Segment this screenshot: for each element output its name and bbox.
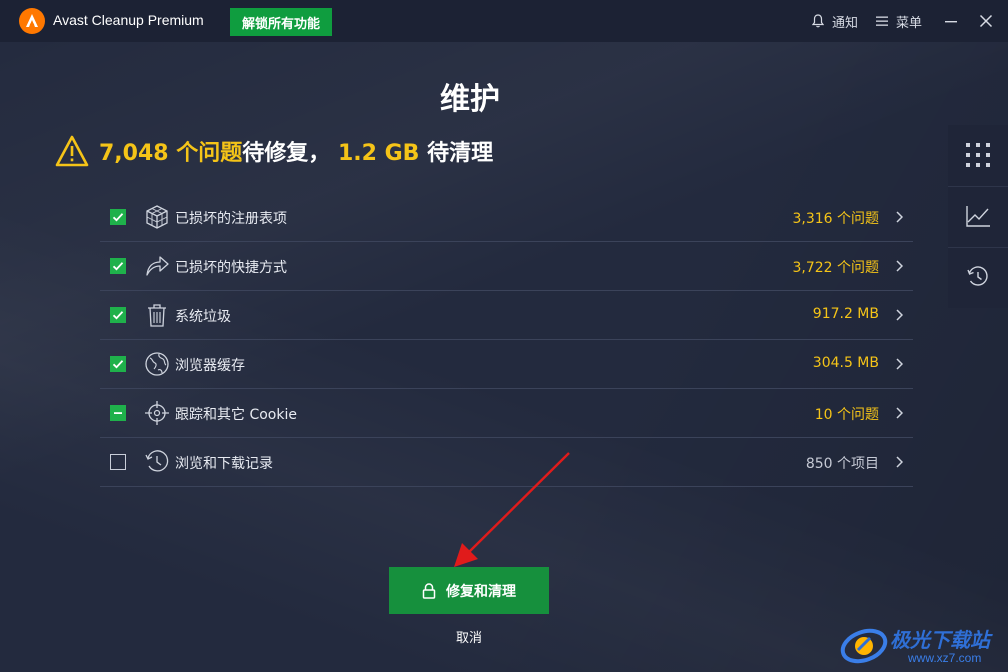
cleanup-size: 1.2 GB [337, 141, 420, 166]
checkbox[interactable] [110, 258, 126, 274]
watermark: 极光下载站 www.xz7.com [838, 618, 1008, 672]
notifications-button[interactable]: 通知 [812, 0, 858, 42]
list-item-system-junk[interactable]: 系统垃圾 917.2 MB [100, 291, 913, 340]
page-title: 维护 [440, 82, 500, 117]
minimize-button[interactable] [942, 0, 960, 42]
close-icon [979, 14, 993, 28]
grid-icon [966, 143, 990, 167]
item-label: 已损坏的注册表项 [175, 211, 287, 227]
watermark-logo-icon [840, 628, 888, 664]
title-bar: Avast Cleanup Premium 解锁所有功能 通知 菜单 [0, 0, 1008, 42]
item-value: 3,722 个问题 [792, 260, 879, 276]
watermark-text: 极光下载站 [890, 628, 990, 652]
fix-and-clean-label: 修复和清理 [446, 583, 516, 600]
side-performance-button[interactable] [948, 186, 1008, 246]
menu-label: 菜单 [896, 15, 923, 31]
registry-cube-icon [146, 205, 168, 229]
warning-icon [55, 135, 89, 167]
menu-button[interactable]: 菜单 [876, 0, 922, 42]
hamburger-icon [876, 16, 888, 26]
chevron-right-icon[interactable] [895, 407, 903, 419]
chevron-right-icon[interactable] [895, 309, 903, 321]
issues-suffix: 待修复， [242, 141, 331, 166]
watermark-url: www.xz7.com [908, 651, 982, 665]
list-item-registry[interactable]: 已损坏的注册表项 3,316 个问题 [100, 193, 913, 242]
side-history-button[interactable] [948, 247, 1008, 307]
item-label: 系统垃圾 [175, 309, 231, 325]
app-title: Avast Cleanup Premium [53, 12, 204, 28]
checkbox[interactable] [110, 307, 126, 323]
chart-icon [966, 206, 990, 227]
history-clock-icon [145, 450, 169, 472]
bell-icon [812, 14, 824, 28]
avast-logo-icon [19, 8, 45, 34]
maintenance-list: 已损坏的注册表项 3,316 个问题 已损坏的快捷方式 3,722 个问题 系统… [100, 193, 913, 487]
history-icon [967, 266, 988, 286]
shortcut-arrow-icon [146, 256, 169, 276]
chevron-right-icon[interactable] [895, 358, 903, 370]
side-apps-button[interactable] [948, 125, 1008, 185]
fix-and-clean-button[interactable]: 修复和清理 [389, 567, 549, 614]
annotation-arrow [454, 452, 570, 567]
chevron-right-icon[interactable] [895, 260, 903, 272]
list-item-browser-cache[interactable]: 浏览器缓存 304.5 MB [100, 340, 913, 389]
trash-icon [148, 304, 166, 327]
item-label: 浏览和下载记录 [175, 456, 273, 472]
cleanup-suffix: 待清理 [427, 141, 494, 166]
list-item-tracking-cookies[interactable]: 跟踪和其它 Cookie 10 个问题 [100, 389, 913, 438]
checkbox[interactable] [110, 454, 126, 470]
minimize-icon [945, 21, 957, 23]
unlock-all-features-button[interactable]: 解锁所有功能 [230, 8, 332, 36]
item-value: 3,316 个问题 [792, 211, 879, 227]
item-label: 跟踪和其它 Cookie [175, 407, 297, 423]
issues-count: 7,048 个问题 [99, 141, 243, 166]
globe-icon [145, 352, 169, 376]
checkbox[interactable] [110, 356, 126, 372]
cancel-link[interactable]: 取消 [439, 627, 499, 646]
lock-icon [422, 582, 436, 599]
crosshair-icon [145, 401, 169, 425]
item-label: 已损坏的快捷方式 [175, 260, 287, 276]
chevron-right-icon[interactable] [895, 456, 903, 468]
chevron-right-icon[interactable] [895, 211, 903, 223]
item-label: 浏览器缓存 [175, 358, 245, 374]
side-panel [948, 125, 1008, 308]
item-value: 10 个问题 [814, 407, 879, 423]
list-item-shortcuts[interactable]: 已损坏的快捷方式 3,722 个问题 [100, 242, 913, 291]
notifications-label: 通知 [832, 15, 859, 31]
item-value: 850 个项目 [805, 456, 879, 472]
summary-line: 7,048 个问题待修复， 1.2 GB 待清理 [55, 132, 493, 170]
checkbox[interactable] [110, 405, 126, 421]
checkbox[interactable] [110, 209, 126, 225]
item-value: 917.2 MB [812, 306, 879, 322]
item-value: 304.5 MB [812, 355, 879, 371]
close-button[interactable] [976, 0, 996, 42]
